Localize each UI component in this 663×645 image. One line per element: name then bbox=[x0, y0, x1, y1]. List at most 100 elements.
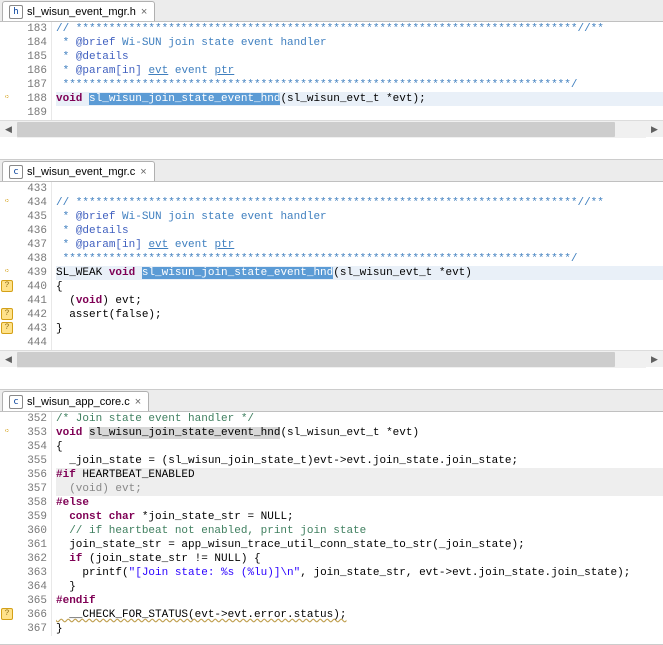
line-number: 186 bbox=[14, 64, 47, 78]
code-line[interactable]: // if heartbeat not enabled, print join … bbox=[56, 524, 663, 538]
scroll-thumb[interactable] bbox=[17, 352, 615, 367]
tab-label: sl_wisun_event_mgr.h bbox=[27, 6, 136, 18]
line-gutter: 433434435436437438439440441442443444 bbox=[14, 182, 52, 350]
line-number: 364 bbox=[14, 580, 47, 594]
editor-tab[interactable]: c sl_wisun_event_mgr.c × bbox=[2, 161, 155, 181]
c-file-icon: c bbox=[9, 165, 23, 179]
tab-label: sl_wisun_event_mgr.c bbox=[27, 166, 135, 178]
code-line[interactable] bbox=[56, 336, 663, 350]
line-number: 354 bbox=[14, 440, 47, 454]
code-line[interactable]: * @param[in] evt event ptr bbox=[56, 238, 663, 252]
horizontal-scrollbar[interactable]: ◀ ▶ bbox=[0, 120, 663, 137]
code-line[interactable]: ****************************************… bbox=[56, 252, 663, 266]
code-content[interactable]: /* Join state event handler */void sl_wi… bbox=[52, 412, 663, 636]
code-line[interactable]: printf("[Join state: %s (%lu)]\n", join_… bbox=[56, 566, 663, 580]
line-number: 440 bbox=[14, 280, 47, 294]
editor-tab[interactable]: h sl_wisun_event_mgr.h × bbox=[2, 1, 155, 21]
nav-arrow-icon: ➪ bbox=[1, 196, 13, 208]
line-number: 444 bbox=[14, 336, 47, 350]
code-line[interactable]: * @details bbox=[56, 50, 663, 64]
line-number: 355 bbox=[14, 454, 47, 468]
code-area[interactable]: ➪ 183184185186187188189 // *************… bbox=[0, 22, 663, 120]
warning-icon: ? bbox=[1, 608, 13, 620]
scroll-right-icon[interactable]: ▶ bbox=[646, 121, 663, 138]
line-number: 183 bbox=[14, 22, 47, 36]
code-area[interactable]: ➪➪??? 4334344354364374384394404414424434… bbox=[0, 182, 663, 350]
line-number: 358 bbox=[14, 496, 47, 510]
code-line[interactable]: } bbox=[56, 622, 663, 636]
code-area[interactable]: ➪? 3523533543553563573583593603613623633… bbox=[0, 412, 663, 636]
line-number: 367 bbox=[14, 622, 47, 636]
close-icon[interactable]: × bbox=[140, 6, 148, 18]
code-line[interactable]: ****************************************… bbox=[56, 78, 663, 92]
scroll-right-icon[interactable]: ▶ bbox=[646, 351, 663, 368]
scroll-track[interactable] bbox=[17, 351, 646, 368]
editor-pane-3: c sl_wisun_app_core.c × ➪? 3523533543553… bbox=[0, 390, 663, 645]
line-number: 357 bbox=[14, 482, 47, 496]
line-number: 363 bbox=[14, 566, 47, 580]
close-icon[interactable]: × bbox=[134, 396, 142, 408]
scroll-track[interactable] bbox=[17, 121, 646, 138]
code-line[interactable]: void sl_wisun_join_state_event_hnd(sl_wi… bbox=[56, 426, 663, 440]
line-number: 188 bbox=[14, 92, 47, 106]
code-line[interactable]: * @brief Wi-SUN join state event handler bbox=[56, 210, 663, 224]
scroll-left-icon[interactable]: ◀ bbox=[0, 121, 17, 138]
line-number: 438 bbox=[14, 252, 47, 266]
line-number: 443 bbox=[14, 322, 47, 336]
line-number: 359 bbox=[14, 510, 47, 524]
code-line[interactable]: { bbox=[56, 440, 663, 454]
editor-pane-1: h sl_wisun_event_mgr.h × ➪ 1831841851861… bbox=[0, 0, 663, 160]
code-line[interactable]: assert(false); bbox=[56, 308, 663, 322]
code-line[interactable]: /* Join state event handler */ bbox=[56, 412, 663, 426]
line-number: 189 bbox=[14, 106, 47, 120]
code-content[interactable]: // *************************************… bbox=[52, 182, 663, 350]
line-number: 441 bbox=[14, 294, 47, 308]
line-number: 353 bbox=[14, 426, 47, 440]
line-number: 185 bbox=[14, 50, 47, 64]
line-number: 437 bbox=[14, 238, 47, 252]
editor-tab[interactable]: c sl_wisun_app_core.c × bbox=[2, 391, 149, 411]
code-content[interactable]: // *************************************… bbox=[52, 22, 663, 120]
code-line[interactable]: SL_WEAK void sl_wisun_join_state_event_h… bbox=[56, 266, 663, 280]
code-line[interactable]: // *************************************… bbox=[56, 22, 663, 36]
close-icon[interactable]: × bbox=[139, 166, 147, 178]
code-line[interactable]: #else bbox=[56, 496, 663, 510]
horizontal-scrollbar[interactable]: ◀ ▶ bbox=[0, 350, 663, 367]
line-number: 433 bbox=[14, 182, 47, 196]
code-line[interactable]: * @details bbox=[56, 224, 663, 238]
code-line[interactable] bbox=[56, 106, 663, 120]
code-line[interactable]: #if HEARTBEAT_ENABLED bbox=[56, 468, 663, 482]
code-line[interactable]: const char *join_state_str = NULL; bbox=[56, 510, 663, 524]
line-number: 366 bbox=[14, 608, 47, 622]
code-line[interactable]: #endif bbox=[56, 594, 663, 608]
nav-arrow-icon: ➪ bbox=[1, 92, 13, 104]
line-number: 435 bbox=[14, 210, 47, 224]
warning-icon: ? bbox=[1, 322, 13, 334]
code-line[interactable]: * @param[in] evt event ptr bbox=[56, 64, 663, 78]
code-line[interactable]: // *************************************… bbox=[56, 196, 663, 210]
code-line[interactable]: * @brief Wi-SUN join state event handler bbox=[56, 36, 663, 50]
code-line[interactable]: join_state_str = app_wisun_trace_util_co… bbox=[56, 538, 663, 552]
scroll-thumb[interactable] bbox=[17, 122, 615, 137]
code-line[interactable]: if (join_state_str != NULL) { bbox=[56, 552, 663, 566]
editor-pane-2: c sl_wisun_event_mgr.c × ➪➪??? 433434435… bbox=[0, 160, 663, 390]
line-number: 361 bbox=[14, 538, 47, 552]
line-number: 187 bbox=[14, 78, 47, 92]
code-line[interactable]: void sl_wisun_join_state_event_hnd(sl_wi… bbox=[56, 92, 663, 106]
code-line[interactable]: (void) evt; bbox=[56, 294, 663, 308]
code-line[interactable]: _join_state = (sl_wisun_join_state_t)evt… bbox=[56, 454, 663, 468]
line-number: 434 bbox=[14, 196, 47, 210]
scroll-left-icon[interactable]: ◀ bbox=[0, 351, 17, 368]
code-line[interactable]: { bbox=[56, 280, 663, 294]
code-line[interactable]: (void) evt; bbox=[56, 482, 663, 496]
code-line[interactable]: __CHECK_FOR_STATUS(evt->evt.error.status… bbox=[56, 608, 663, 622]
line-number: 436 bbox=[14, 224, 47, 238]
code-line[interactable]: } bbox=[56, 322, 663, 336]
code-line[interactable]: } bbox=[56, 580, 663, 594]
line-number: 365 bbox=[14, 594, 47, 608]
line-number: 352 bbox=[14, 412, 47, 426]
tab-label: sl_wisun_app_core.c bbox=[27, 396, 130, 408]
marker-gutter: ➪ bbox=[0, 22, 14, 120]
code-line[interactable] bbox=[56, 182, 663, 196]
marker-gutter: ➪➪??? bbox=[0, 182, 14, 350]
